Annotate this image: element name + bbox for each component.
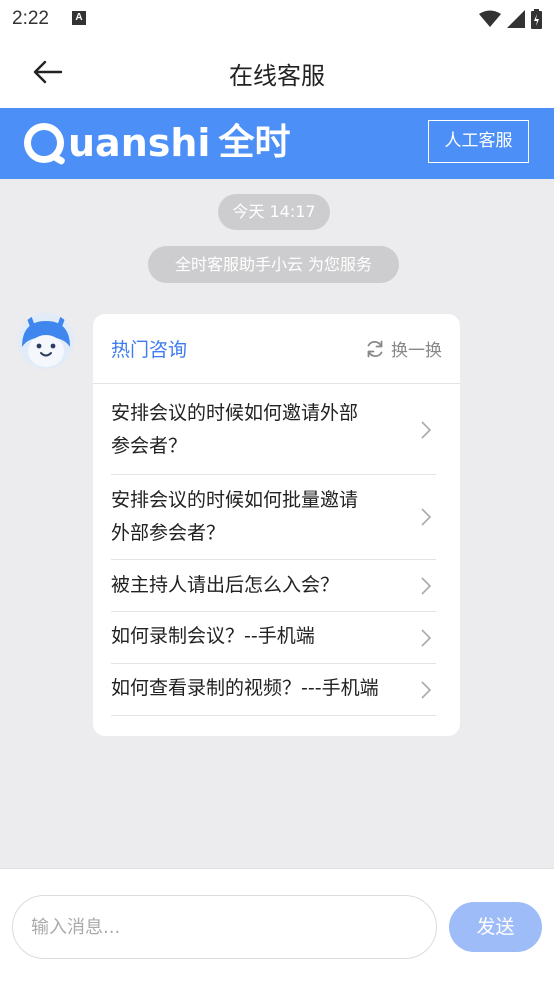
card-title: 热门咨询 bbox=[111, 339, 188, 361]
page-title: 在线客服 bbox=[229, 62, 325, 90]
refresh-button[interactable]: 换一换 bbox=[365, 336, 442, 361]
question-item[interactable]: 如何录制会议？--手机端 bbox=[111, 612, 436, 664]
question-line: 安排会议的时候如何邀请外部 bbox=[111, 402, 359, 424]
brand-logo-mark bbox=[24, 123, 64, 163]
question-line: 如何录制会议？--手机端 bbox=[111, 625, 315, 647]
brand-name-latin: uanshi bbox=[68, 121, 211, 165]
question-item[interactable]: 安排会议的时候如何批量邀请 外部参会者？ bbox=[111, 475, 436, 560]
battery-icon bbox=[531, 9, 542, 29]
question-line: 如何查看录制的视频？---手机端 bbox=[111, 677, 379, 699]
human-service-button[interactable]: 人工客服 bbox=[428, 120, 529, 163]
input-bar: 发送 bbox=[0, 868, 554, 985]
status-bar: 2:22 A bbox=[0, 0, 554, 38]
question-text: 被主持人请出后怎么入会？ bbox=[111, 569, 411, 602]
send-button[interactable]: 发送 bbox=[449, 902, 542, 952]
question-item[interactable]: 如何查看录制的视频？---手机端 bbox=[111, 664, 436, 716]
status-time: 2:22 bbox=[12, 8, 49, 29]
bot-avatar bbox=[18, 313, 74, 369]
refresh-label: 换一换 bbox=[391, 341, 442, 361]
system-icons bbox=[479, 8, 542, 30]
hot-questions-card: 热门咨询 换一换 安排会议的时候如何邀请外部 参会者？ 安排会议的时候如何批量邀… bbox=[93, 314, 460, 736]
question-line: 外部参会者？ bbox=[111, 522, 226, 544]
wifi-icon bbox=[479, 10, 501, 27]
question-text: 安排会议的时候如何邀请外部 参会者？ bbox=[111, 397, 411, 463]
nav-bar: 在线客服 bbox=[0, 38, 554, 108]
robot-avatar-icon bbox=[18, 313, 74, 369]
question-line: 被主持人请出后怎么入会？ bbox=[111, 574, 340, 596]
card-header: 热门咨询 换一换 bbox=[93, 314, 460, 384]
chat-area[interactable]: 今天 14:17 全时客服助手小云 为您服务 热门咨询 换一换 安排会议的时候如… bbox=[0, 179, 554, 868]
brand-logo: uanshi 全时 bbox=[24, 120, 290, 166]
question-text: 安排会议的时候如何批量邀请 外部参会者？ bbox=[111, 484, 411, 550]
question-item[interactable]: 被主持人请出后怎么入会？ bbox=[111, 560, 436, 612]
chevron-right-icon bbox=[421, 421, 432, 439]
chevron-right-icon bbox=[421, 629, 432, 647]
question-text: 如何录制会议？--手机端 bbox=[111, 620, 411, 653]
question-line: 安排会议的时候如何批量邀请 bbox=[111, 489, 359, 511]
signal-icon bbox=[507, 10, 525, 28]
question-item[interactable]: 安排会议的时候如何邀请外部 参会者？ bbox=[111, 384, 436, 475]
brand-banner: uanshi 全时 人工客服 bbox=[0, 108, 554, 179]
notification-icon: A bbox=[72, 11, 86, 25]
question-text: 如何查看录制的视频？---手机端 bbox=[111, 672, 421, 705]
message-input[interactable] bbox=[12, 895, 437, 959]
brand-name-cn: 全时 bbox=[218, 122, 291, 163]
chevron-right-icon bbox=[421, 508, 432, 526]
refresh-icon bbox=[367, 340, 383, 357]
system-notice: 全时客服助手小云 为您服务 bbox=[148, 246, 399, 283]
chevron-right-icon bbox=[421, 681, 432, 699]
message-timestamp: 今天 14:17 bbox=[218, 194, 330, 230]
question-line: 参会者？ bbox=[111, 435, 188, 457]
chevron-right-icon bbox=[421, 577, 432, 595]
